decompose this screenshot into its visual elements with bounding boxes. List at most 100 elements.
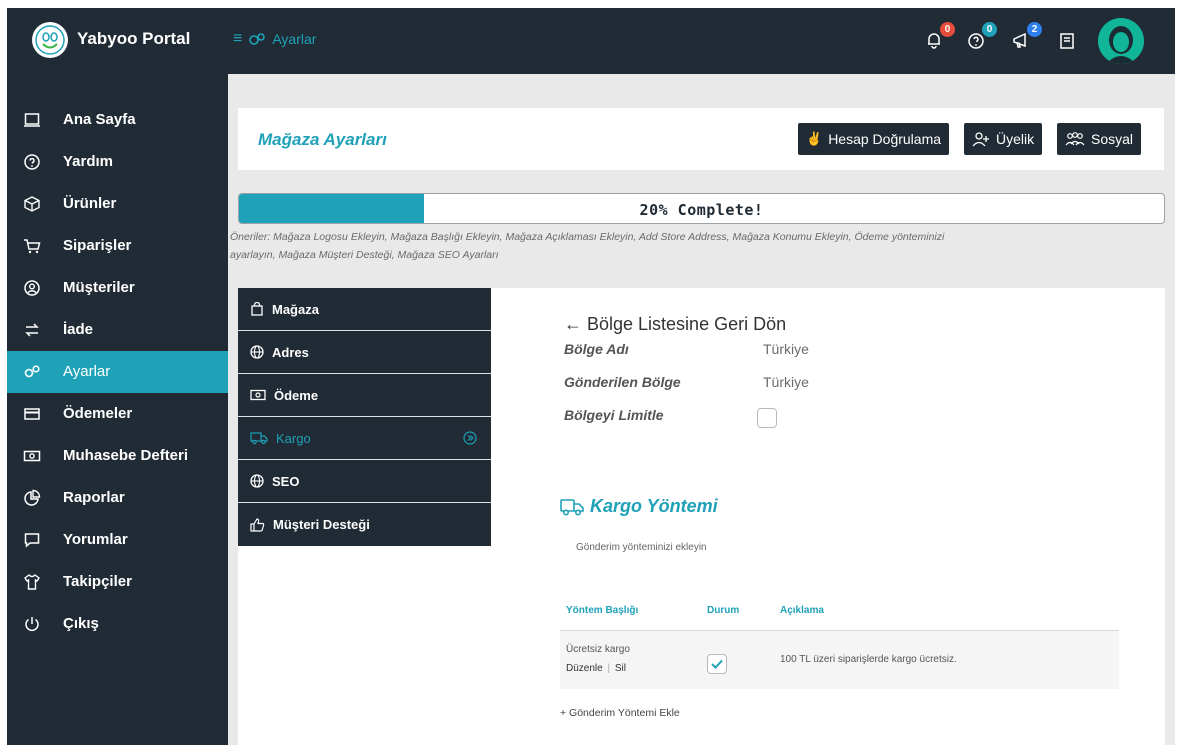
tab-adres[interactable]: Adres (238, 331, 491, 374)
megaphone-icon[interactable]: 2 (1011, 22, 1042, 52)
sidebar-item-label: Siparişler (63, 237, 132, 254)
uyelik-button[interactable]: Üyelik (964, 123, 1043, 155)
limit-region-checkbox[interactable] (757, 408, 777, 428)
notebook-icon[interactable] (1057, 30, 1079, 52)
shipping-method-description: 100 TL üzeri siparişlerde kargo ücretsiz… (780, 654, 957, 665)
smiley-icon (32, 22, 68, 58)
bag-icon (251, 302, 263, 316)
sidebar-item-yorumlar[interactable]: Yorumlar (7, 519, 228, 561)
shipping-description: Gönderim yönteminizi ekleyin (576, 542, 707, 553)
menu-icon[interactable]: ≡ (233, 30, 242, 48)
peace-hand-icon: ✌ (806, 131, 823, 146)
breadcrumb-label: Ayarlar (272, 31, 317, 47)
tab-label: Mağaza (272, 301, 319, 317)
gears-icon (24, 365, 40, 378)
action-separator: | (607, 663, 611, 674)
sidebar-item-muhasebe-defteri[interactable]: Muhasebe Defteri (7, 435, 228, 477)
app-frame: Yabyoo Portal ≡ Ayarlar 0 0 2 Ana Sayfa … (7, 8, 1175, 745)
button-label: Hesap Doğrulama (828, 131, 942, 147)
tab-musteri-destegi[interactable]: Müşteri Desteği (238, 503, 491, 546)
tab-label: Adres (272, 344, 309, 360)
sidebar-item-iade[interactable]: İade (7, 309, 228, 351)
sidebar-item-urunler[interactable]: Ürünler (7, 183, 228, 225)
arrow-circle-icon (463, 431, 477, 445)
progress-bar: 20% Complete! (238, 193, 1165, 224)
edit-link[interactable]: Düzenle (566, 663, 603, 674)
sidebar-item-label: Ödemeler (63, 405, 133, 422)
globe-icon (250, 474, 264, 488)
tab-kargo[interactable]: Kargo (238, 417, 491, 460)
tab-magaza[interactable]: Mağaza (238, 288, 491, 331)
sidebar-item-ayarlar[interactable]: Ayarlar (7, 351, 228, 393)
sidebar-item-ana-sayfa[interactable]: Ana Sayfa (7, 99, 228, 141)
tab-seo[interactable]: SEO (238, 460, 491, 503)
breadcrumb: ≡ Ayarlar (233, 30, 316, 48)
power-icon (25, 617, 39, 632)
column-header-status: Durum (707, 605, 740, 616)
sidebar-item-label: Müşteriler (63, 279, 135, 296)
return-icon (25, 323, 39, 337)
truck-icon (250, 432, 268, 445)
field-value-bolge-adi: Türkiye (763, 341, 809, 357)
page-header: Mağaza Ayarları ✌ Hesap Doğrulama Üyelik… (238, 108, 1164, 170)
box-icon (24, 196, 40, 212)
comment-icon (24, 533, 40, 548)
tab-label: Ödeme (274, 387, 319, 403)
money-icon (23, 450, 41, 462)
card-icon (24, 408, 40, 420)
tab-odeme[interactable]: Ödeme (238, 374, 491, 417)
sidebar-item-label: Muhasebe Defteri (63, 447, 189, 464)
field-label-gonderilen-bolge: Gönderilen Bölge (564, 374, 681, 390)
sosyal-button[interactable]: Sosyal (1057, 123, 1142, 155)
field-label-bolgeyi-limitle: Bölgeyi Limitle (564, 407, 664, 423)
sidebar-item-label: Çıkış (63, 615, 99, 632)
cart-icon (24, 239, 41, 254)
brand-name: Yabyoo Portal (77, 29, 191, 48)
tab-label: Kargo (276, 430, 311, 446)
help-icon (24, 154, 40, 170)
brand[interactable]: Yabyoo Portal (7, 8, 228, 74)
check-icon (711, 659, 723, 669)
user-circle-icon (24, 280, 40, 296)
sidebar-item-takipciler[interactable]: Takipçiler (7, 561, 228, 603)
field-label-bolge-adi: Bölge Adı (564, 341, 629, 357)
users-icon (1065, 132, 1085, 146)
button-label: Sosyal (1091, 131, 1134, 147)
sidebar-item-label: Yorumlar (63, 531, 128, 548)
help-badge: 0 (982, 22, 997, 37)
page-title: Mağaza Ayarları (258, 130, 387, 149)
delete-link[interactable]: Sil (615, 663, 626, 674)
sidebar-item-label: Yardım (63, 153, 114, 170)
help-icon[interactable]: 0 (966, 22, 997, 52)
sidebar-item-cikis[interactable]: Çıkış (7, 603, 228, 645)
sidebar-item-label: Ana Sayfa (63, 111, 136, 128)
sidebar-item-odemeler[interactable]: Ödemeler (7, 393, 228, 435)
truck-icon (560, 498, 584, 516)
sidebar-item-label: Takipçiler (63, 573, 132, 590)
shipping-section-title: Kargo Yöntemi (560, 496, 718, 517)
shipping-method-title: Ücretsiz kargo (566, 644, 630, 655)
money-icon (250, 389, 266, 401)
button-label: Üyelik (996, 131, 1035, 147)
sidebar-item-yardim[interactable]: Yardım (7, 141, 228, 183)
suggestions-text: Öneriler: Mağaza Logosu Ekleyin, Mağaza … (230, 231, 945, 261)
settings-tabs: Mağaza Adres Ödeme Kargo SEO Müşteri Des… (238, 288, 491, 546)
announcement-badge: 2 (1027, 22, 1042, 37)
laptop-icon (24, 113, 40, 127)
hesap-dogrulama-button[interactable]: ✌ Hesap Doğrulama (798, 123, 950, 155)
shipping-title: Kargo Yöntemi (590, 496, 718, 516)
sidebar-item-raporlar[interactable]: Raporlar (7, 477, 228, 519)
bell-icon[interactable]: 0 (924, 22, 955, 52)
notification-badge: 0 (940, 22, 955, 37)
globe-icon (250, 345, 264, 359)
back-to-region-list-link[interactable]: ← Bölge Listesine Geri Dön (564, 314, 786, 335)
sidebar-item-label: Ürünler (63, 195, 117, 212)
sidebar-item-musteriler[interactable]: Müşteriler (7, 267, 228, 309)
status-checkbox[interactable] (707, 654, 727, 674)
progress-label: 20% Complete! (639, 201, 764, 219)
sidebar-item-siparisler[interactable]: Siparişler (7, 225, 228, 267)
column-header-title: Yöntem Başlığı (566, 605, 639, 616)
add-shipping-method-link[interactable]: + Gönderim Yöntemi Ekle (560, 707, 680, 719)
avatar[interactable] (1098, 18, 1144, 64)
shirt-icon (24, 574, 40, 590)
